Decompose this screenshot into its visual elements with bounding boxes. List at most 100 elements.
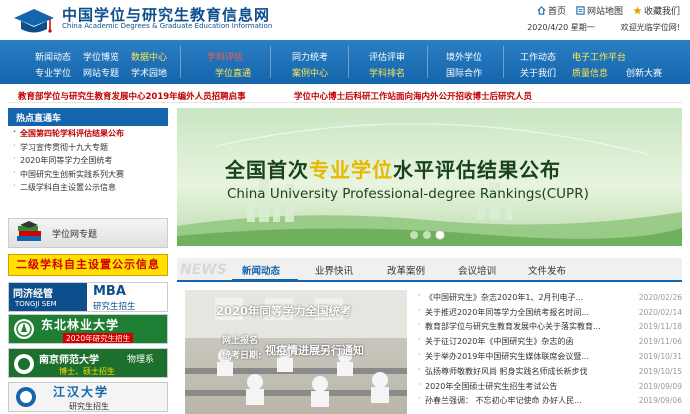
carousel-dot-active[interactable] [436,231,444,239]
sitemap-icon [576,6,585,15]
nav-news[interactable]: 新闻动态 [35,50,71,63]
hot-topics-header: 热点直通车 [8,108,168,126]
site-logo-icon[interactable] [12,6,56,36]
tab-active-indicator [232,279,298,282]
feature-title: 2020年同等学力全国统考 [216,304,352,318]
news-title: 教育部学位与研究生教育发展中心关于落实教育... [418,321,601,332]
subject-setting-banner[interactable]: 二级学科自主设置公示信息 [8,254,168,276]
ad-brand: 同济经管 [13,289,53,300]
star-icon [633,6,642,15]
nav-academic[interactable]: 学术园地 [131,66,167,79]
njnu-ad[interactable]: 南京师范大学 物理系 博士、硕士招生 [8,348,168,378]
nav-divider [270,46,271,78]
news-en-label: NEWS [180,262,227,278]
tab-reform[interactable]: 改革案例 [387,263,425,277]
nav-expo[interactable]: 学位博览 [83,50,119,63]
nav-ranking[interactable]: 学科排名 [369,66,405,79]
ad-title: 东北林业大学 [41,318,120,332]
school-emblem-icon [16,387,36,407]
tab-industry[interactable]: 业界快讯 [315,263,353,277]
hot-topic-item[interactable]: 学习宣传贯彻十九大专题 [8,141,168,156]
nav-topics[interactable]: 网站专题 [83,66,119,79]
nav-international[interactable]: 国际合作 [446,66,482,79]
news-list: 《中国研究生》杂志2020年1、2月刊电子... 2020/02/26 关于推迟2… [418,290,682,408]
nav-group-3: 同力统考 案例中心 [292,40,352,84]
bookmark-link[interactable]: 收藏我们 [633,4,680,17]
tab-news[interactable]: 新闻动态 [242,263,280,277]
nav-group-6: 工作动态 电子工作平台 关于我们 质量信息 创新大赛 [520,40,690,84]
carousel-dot[interactable] [410,231,418,239]
feature-line-2: 统考日期: [222,351,262,361]
news-title: 关于举办2019年中国研究生媒体联席会议暨... [418,351,589,362]
announcement-link-1[interactable]: 教育部学位与研究生教育发展中心2019年编外人员招聘启事 [18,90,246,102]
news-item[interactable]: 《中国研究生》杂志2020年1、2月刊电子... 2020/02/26 [418,290,682,305]
nav-review[interactable]: 评估评审 [369,50,405,63]
hero-title: 全国首次专业学位水平评估结果公布 [225,154,561,183]
news-item[interactable]: 关于举办2019年中国研究生媒体联席会议暨... 2019/10/31 [418,349,682,364]
topic-label: 学位网专题 [52,230,98,240]
news-item[interactable]: 2020年全国硕士研究生招生考试公告 2019/09/09 [418,379,682,394]
school-emblem-icon [14,354,34,374]
nav-divider [180,46,181,78]
nav-divider [503,46,504,78]
announcement-link-2[interactable]: 学位中心博士后科研工作站面向海内外公开招收博士后研究人员 [294,90,532,102]
books-icon [17,221,41,241]
news-date: 2019/09/06 [638,396,682,406]
ad-brand-en: TONGJI SEM [15,300,57,308]
bookmark-link-label: 收藏我们 [643,7,680,17]
nav-work-news[interactable]: 工作动态 [520,50,556,63]
hero-title-part: 水平评估结果公布 [393,158,561,182]
ad-title: 南京师范大学 [39,355,99,366]
ad-dept: 物理系 [127,355,155,365]
home-link-label: 首页 [547,7,566,17]
nav-about[interactable]: 关于我们 [520,66,556,79]
nefu-ad[interactable]: 东北林业大学 2020年研究生招生 [8,314,168,344]
hot-topic-item[interactable]: 全国第四轮学科评估结果公布 [8,127,168,142]
home-link[interactable]: 首页 [537,4,566,17]
hot-topic-item[interactable]: 二级学科自主设置公示信息 [8,181,168,196]
hero-subtitle: China University Professional-degree Ran… [227,186,589,202]
nav-data-center[interactable]: 数据中心 [131,50,167,63]
tab-documents[interactable]: 文件发布 [528,263,566,277]
nav-divider [348,46,349,78]
news-item[interactable]: 教育部学位与研究生教育发展中心关于落实教育... 2019/11/18 [418,320,682,335]
nav-exam[interactable]: 同力统考 [292,50,328,63]
top-links: 首页 网站地图 收藏我们 [537,4,680,17]
welcome-text: 欢迎光临学位网! [620,23,680,32]
ad-text: 研究生招生 [69,402,109,411]
nav-quality[interactable]: 质量信息 [572,66,608,79]
nav-overseas[interactable]: 境外学位 [446,50,482,63]
news-item[interactable]: 弘扬尊师敬教好风尚 躬身实践名师成长新步伐 2019/10/15 [418,364,682,379]
nav-professional[interactable]: 专业学位 [35,66,71,79]
hot-topic-item[interactable]: 2020年同等学力全国统考 [8,154,168,169]
news-title: 孙春兰强调： 不忘初心牢记使命 办好人民... [418,395,582,406]
carousel-dot[interactable] [423,231,431,239]
tab-meetings[interactable]: 会议培训 [458,263,496,277]
nav-divider [427,46,428,78]
jhu-ad[interactable]: 江汉大学 研究生招生 [8,382,168,412]
main-nav: 新闻动态 学位博览 数据中心 专业学位 网站专题 学术园地 学科评估 学位直通 … [0,40,690,84]
news-item[interactable]: 关于推迟2020年同等学力全国统考报名时间... 2020/02/14 [418,305,682,320]
sitemap-link[interactable]: 网站地图 [576,4,623,17]
nav-contest[interactable]: 创新大赛 [626,66,662,79]
divider [8,102,682,103]
news-item[interactable]: 孙春兰强调： 不忘初心牢记使命 办好人民... 2019/09/06 [418,394,682,409]
hero-title-part: 全国首次 [225,158,309,182]
nav-group-1: 新闻动态 学位博览 数据中心 专业学位 网站专题 学术园地 [35,40,167,84]
hot-topics-list: 全国第四轮学科评估结果公布 学习宣传贯彻十九大专题 2020年同等学力全国统考 … [8,127,168,196]
hot-topic-item[interactable]: 中国研究生创新实践系列大赛 [8,168,168,183]
news-title: 《中国研究生》杂志2020年1、2月刊电子... [418,292,583,303]
carousel-dots [410,231,444,239]
news-date: 2019/11/06 [638,337,682,347]
nav-cases[interactable]: 案例中心 [292,66,328,79]
nav-evaluation[interactable]: 学科评估 [207,50,243,63]
nav-e-platform[interactable]: 电子工作平台 [572,50,626,63]
news-item[interactable]: 关于征订2020年《中国研究生》杂志的函 2019/11/06 [418,334,682,349]
news-title: 2020年全国硕士研究生招生考试公告 [418,381,557,392]
nav-degree-direct[interactable]: 学位直通 [215,66,251,79]
hero-title-highlight: 专业学位 [309,158,393,182]
feature-line-1: 网上报名 [222,336,259,346]
news-title: 关于征订2020年《中国研究生》杂志的函 [418,336,573,347]
nav-group-4: 评估评审 学科排名 [369,40,429,84]
tongji-ad[interactable]: 同济经管 TONGJI SEM MBA 研究生招生 [8,282,168,312]
